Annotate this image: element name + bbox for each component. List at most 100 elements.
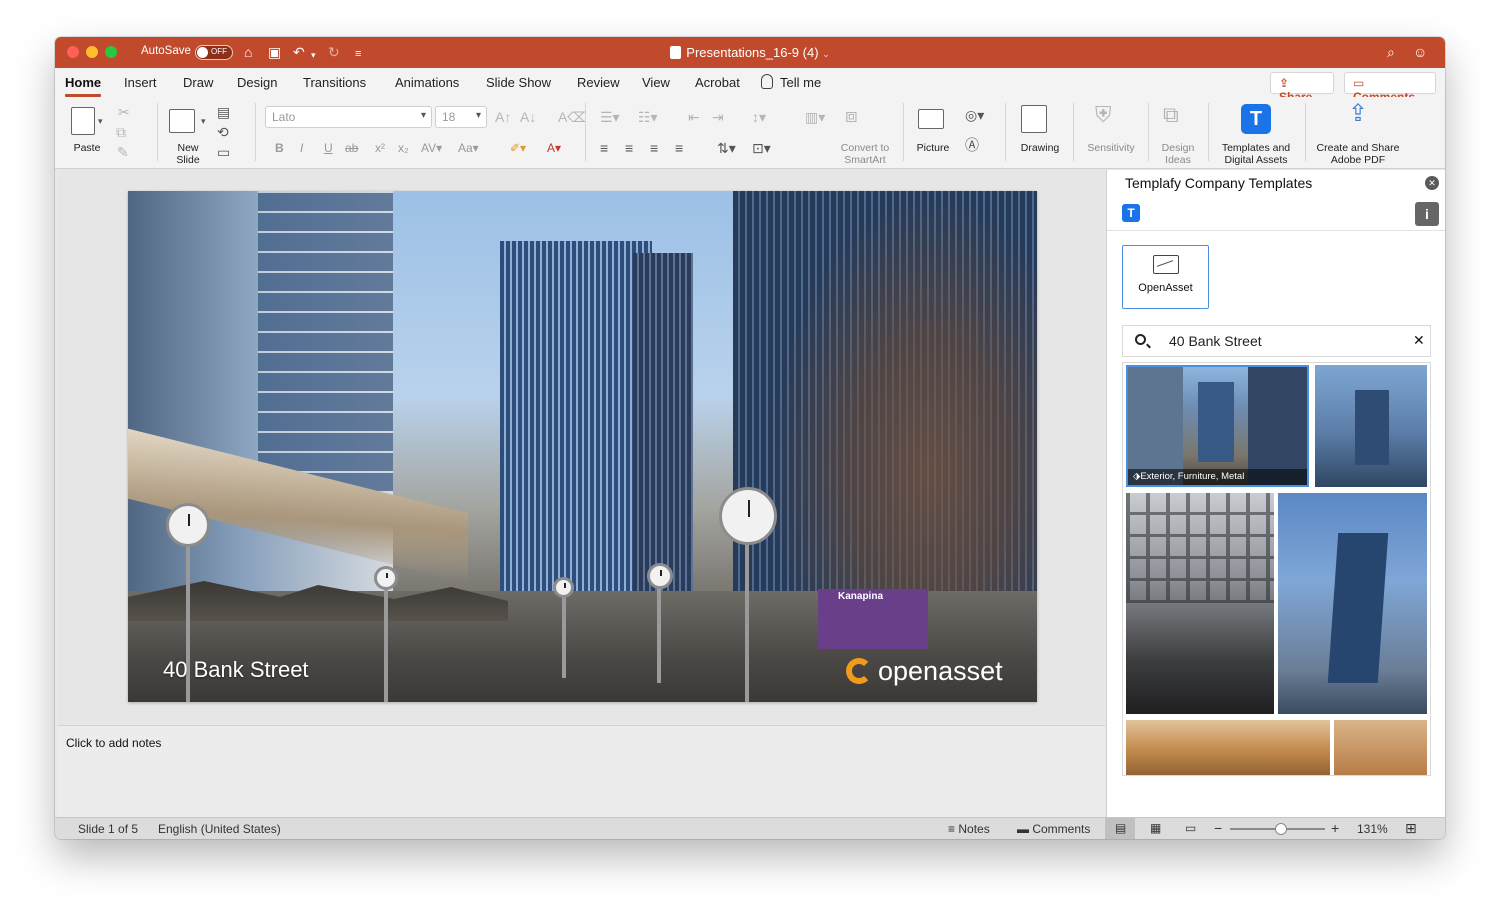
italic-icon[interactable]: I xyxy=(300,141,303,155)
presenter-view-button[interactable]: ▭ xyxy=(1175,818,1205,839)
clear-search-icon[interactable]: ✕ xyxy=(1413,332,1425,349)
justify-icon[interactable]: ≡ xyxy=(675,140,683,156)
notes-pane[interactable]: Click to add notes xyxy=(58,725,1105,817)
tab-transitions[interactable]: Transitions xyxy=(303,75,366,90)
design-ideas-label: Design Ideas xyxy=(1161,142,1195,166)
font-size-select[interactable]: 18 ▾ xyxy=(435,106,487,128)
language-indicator[interactable]: English (United States) xyxy=(158,822,281,836)
clear-formatting-icon[interactable]: A⌫ xyxy=(558,109,587,125)
search-icon[interactable]: ⌕ xyxy=(1387,44,1395,60)
notes-placeholder[interactable]: Click to add notes xyxy=(66,736,161,750)
asset-search[interactable]: ✕ xyxy=(1122,325,1431,357)
section-icon[interactable]: ▭ xyxy=(217,144,230,160)
close-icon[interactable]: ✕ xyxy=(1425,176,1439,190)
result-thumbnail[interactable] xyxy=(1126,493,1274,714)
slide-position: Slide 1 of 5 xyxy=(78,822,139,836)
drawing-icon[interactable] xyxy=(1021,105,1047,133)
bold-icon[interactable]: B xyxy=(275,141,284,155)
search-input[interactable] xyxy=(1169,331,1399,351)
share-button[interactable]: ⇪ Share xyxy=(1270,72,1334,104)
document-title[interactable]: Presentations_16-9 (4) ⌄ xyxy=(55,45,1445,60)
layout-icon[interactable]: ▤ xyxy=(217,104,230,120)
paste-dropdown-icon[interactable]: ▾ xyxy=(98,113,103,129)
notes-toggle[interactable]: ≡ Notes xyxy=(948,822,990,836)
create-share-pdf-label[interactable]: Create and Share Adobe PDF xyxy=(1313,142,1403,166)
new-slide-dropdown-icon[interactable]: ▾ xyxy=(201,113,206,129)
info-icon[interactable]: i xyxy=(1415,202,1439,226)
picture-icon[interactable] xyxy=(918,109,944,129)
align-left-icon[interactable]: ≡ xyxy=(600,140,608,156)
templafy-logo-icon[interactable]: T xyxy=(1122,204,1140,222)
tab-insert[interactable]: Insert xyxy=(124,75,157,90)
fit-to-window-icon[interactable]: ⊞ xyxy=(1405,820,1417,837)
align-center-icon[interactable]: ≡ xyxy=(625,140,633,156)
comments-toggle[interactable]: ▬ Comments xyxy=(1017,822,1090,836)
design-ideas-icon[interactable]: ⧉ xyxy=(1163,104,1179,126)
result-thumbnail[interactable]: ⬗Exterior, Furniture, Metal xyxy=(1126,365,1309,487)
decrease-indent-icon[interactable]: ⇤ xyxy=(688,109,700,125)
align-right-icon[interactable]: ≡ xyxy=(650,140,658,156)
text-box-icon[interactable]: Ⓐ xyxy=(965,137,979,153)
ribbon-separator xyxy=(1208,103,1209,161)
sensitivity-icon[interactable]: ⛨ xyxy=(1095,104,1112,126)
zoom-out-button[interactable]: − xyxy=(1214,820,1222,836)
slide-1[interactable]: Kanapina 40 Bank Street openasset xyxy=(128,191,1037,702)
tab-acrobat[interactable]: Acrobat xyxy=(695,75,740,90)
shapes-icon[interactable]: ◎▾ xyxy=(965,107,984,123)
reset-slide-icon[interactable]: ⟲ xyxy=(217,124,229,140)
strikethrough-icon[interactable]: ab xyxy=(345,141,358,155)
templafy-panel: Templafy Company Templates ✕ T i OpenAss… xyxy=(1106,170,1445,817)
tab-review[interactable]: Review xyxy=(577,75,620,90)
paste-icon[interactable] xyxy=(71,107,95,135)
slide-sorter-button[interactable]: ▦ xyxy=(1140,818,1170,839)
align-text-icon[interactable]: ⊡▾ xyxy=(752,140,771,156)
result-thumbnail[interactable] xyxy=(1315,365,1427,487)
tab-view[interactable]: View xyxy=(642,75,670,90)
format-painter-icon[interactable]: ✎ xyxy=(117,144,129,160)
smartart-icon[interactable]: ⧈ xyxy=(845,106,858,126)
result-thumbnail[interactable] xyxy=(1126,720,1330,775)
tab-home[interactable]: Home xyxy=(65,75,102,97)
zoom-level[interactable]: 131% xyxy=(1357,822,1388,836)
font-name-select[interactable]: Lato ▾ xyxy=(265,106,432,128)
increase-font-icon[interactable]: A↑ xyxy=(495,109,511,125)
ribbon-tabs: Home Insert Draw Design Transitions Anim… xyxy=(55,68,1445,104)
tell-me-search[interactable]: Tell me xyxy=(780,75,821,90)
columns-icon[interactable]: ▥▾ xyxy=(805,109,825,125)
tab-design[interactable]: Design xyxy=(237,75,277,90)
font-color-icon[interactable]: A▾ xyxy=(547,141,561,155)
templafy-icon[interactable]: T xyxy=(1241,104,1271,134)
slide-caption[interactable]: 40 Bank Street xyxy=(163,657,309,683)
copy-icon[interactable]: ⧉ xyxy=(116,124,126,140)
panel-title: Templafy Company Templates xyxy=(1125,175,1313,191)
superscript-icon[interactable]: x² xyxy=(375,141,385,155)
numbering-icon[interactable]: ☷▾ xyxy=(638,109,658,125)
text-direction-icon[interactable]: ⇅▾ xyxy=(717,140,736,156)
new-slide-icon[interactable] xyxy=(169,109,195,133)
zoom-slider-handle[interactable] xyxy=(1275,823,1287,835)
tab-animations[interactable]: Animations xyxy=(395,75,459,90)
highlight-icon[interactable]: ✐▾ xyxy=(510,141,526,155)
normal-view-button[interactable]: ▤ xyxy=(1105,818,1135,839)
change-case-icon[interactable]: Aa▾ xyxy=(458,141,479,155)
openasset-source-button[interactable]: OpenAsset xyxy=(1122,245,1209,309)
decrease-font-icon[interactable]: A↓ xyxy=(520,109,536,125)
subscript-icon[interactable]: x₂ xyxy=(398,141,409,155)
cut-icon[interactable]: ✂ xyxy=(118,104,130,120)
underline-icon[interactable]: U xyxy=(324,141,333,155)
bullets-icon[interactable]: ☰▾ xyxy=(600,109,620,125)
slide-editor[interactable]: Kanapina 40 Bank Street openasset xyxy=(58,170,1105,724)
tab-slide-show[interactable]: Slide Show xyxy=(486,75,551,90)
account-icon[interactable]: ☺ xyxy=(1413,44,1427,60)
line-spacing-icon[interactable]: ↕▾ xyxy=(752,109,766,125)
powerpoint-file-icon xyxy=(670,46,682,59)
character-spacing-icon[interactable]: AV▾ xyxy=(421,141,442,155)
comments-button[interactable]: ▭ Comments xyxy=(1344,72,1436,104)
zoom-in-button[interactable]: + xyxy=(1331,820,1339,836)
adobe-pdf-share-icon[interactable]: ⇪ xyxy=(1348,102,1368,126)
result-thumbnail[interactable] xyxy=(1334,720,1427,775)
templates-assets-label[interactable]: Templates and Digital Assets xyxy=(1215,142,1297,166)
result-thumbnail[interactable] xyxy=(1278,493,1427,714)
increase-indent-icon[interactable]: ⇥ xyxy=(712,109,724,125)
tab-draw[interactable]: Draw xyxy=(183,75,213,90)
